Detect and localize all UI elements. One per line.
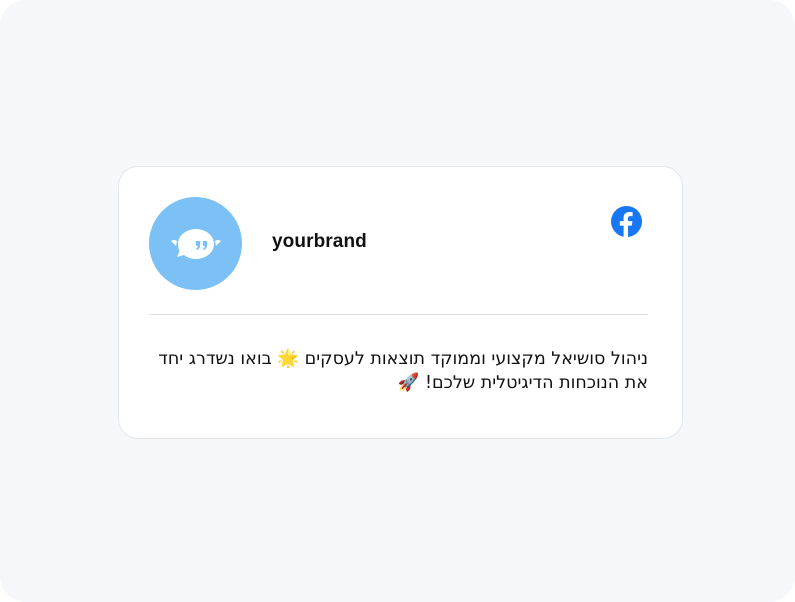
post-text-line: את הנוכחות הדיגיטלית שלכם! 🚀 [397, 373, 648, 393]
facebook-icon[interactable] [611, 206, 642, 237]
post-text: ניהול סושיאל מקצועי וממוקד תוצאות לעסקים… [155, 347, 648, 395]
page-background: yourbrand ניהול סושיאל מקצועי וממוקד תוצ… [0, 0, 795, 602]
post-text-line: ניהול סושיאל מקצועי וממוקד תוצאות לעסקים… [158, 349, 648, 369]
speech-bubble-quote-icon [170, 228, 221, 259]
avatar[interactable] [149, 197, 242, 290]
brand-username[interactable]: yourbrand [272, 231, 367, 253]
social-post-card[interactable]: yourbrand ניהול סושיאל מקצועי וממוקד תוצ… [118, 166, 683, 439]
divider [149, 314, 648, 315]
